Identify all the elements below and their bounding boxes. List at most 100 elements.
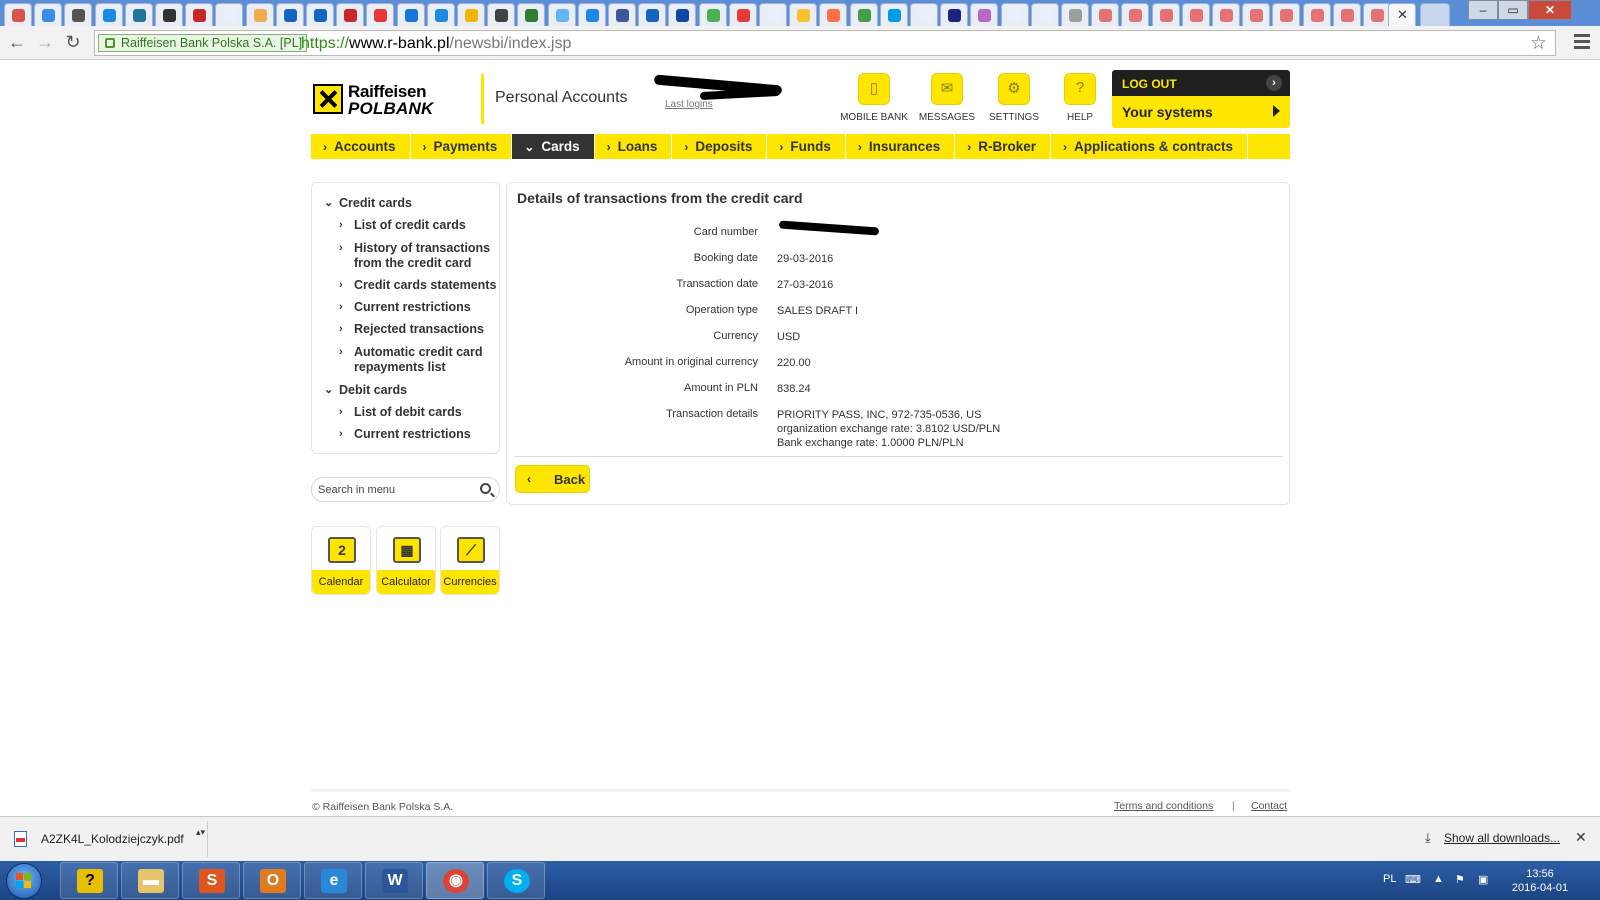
browser-tab[interactable] [124,3,153,26]
browser-tab[interactable] [1242,3,1271,26]
browser-tab[interactable] [759,3,787,26]
taskbar-ie[interactable]: e [304,862,362,899]
show-all-downloads-link[interactable]: Show all downloads... [1444,831,1560,845]
your-systems-button[interactable]: Your systems [1112,96,1290,128]
browser-tab[interactable] [728,3,757,26]
bookmark-star-icon[interactable]: ☆ [1530,32,1547,55]
new-tab-button[interactable] [1420,3,1450,26]
language-indicator[interactable]: PL [1383,873,1396,885]
browser-tab[interactable] [1212,3,1240,26]
ev-certificate-badge[interactable]: Raiffeisen Bank Polska S.A. [PL] [98,34,308,52]
action-center-flag-icon[interactable]: ⚑ [1455,873,1465,886]
browser-tab[interactable] [155,3,183,26]
back-arrow-icon[interactable]: ← [6,32,28,54]
browser-tab[interactable] [1121,3,1150,26]
chevron-down-icon[interactable]: ▴▾ [196,827,205,838]
taskbar-explorer[interactable]: ▬ [121,862,179,899]
minimize-button[interactable]: – [1468,0,1498,20]
messages-button[interactable]: ✉ MESSAGES [913,73,981,123]
contact-link[interactable]: Contact [1251,800,1287,812]
browser-tab[interactable] [336,3,365,26]
browser-tab[interactable] [64,3,93,26]
browser-tab[interactable] [910,3,938,26]
search-menu-input[interactable] [318,482,468,498]
start-button[interactable] [6,863,42,899]
download-item[interactable]: A2ZK4L_Kolodziejczyk.pdf ▴▾ [4,821,208,857]
window-close-button[interactable]: ✕ [1528,0,1572,20]
browser-tab[interactable] [1363,3,1391,26]
browser-tab[interactable] [547,3,576,26]
sidebar-item-current-restrictions[interactable]: › Current restrictions [339,300,499,315]
browser-tab[interactable] [185,3,214,26]
browser-tab[interactable] [940,3,969,26]
browser-tab[interactable] [668,3,697,26]
nav-r-broker[interactable]: › R-Broker [955,134,1051,159]
active-tab[interactable]: ✕ [1388,3,1416,26]
browser-tab[interactable] [970,3,999,26]
browser-tab[interactable] [34,3,63,26]
sidebar-item-list-credit-cards[interactable]: › List of credit cards [339,218,499,233]
sidebar-item-debit-restrictions[interactable]: › Current restrictions [339,427,499,442]
maximize-button[interactable]: ▭ [1498,0,1528,20]
browser-tab[interactable] [1000,3,1029,26]
browser-tab[interactable] [849,3,878,26]
terms-link[interactable]: Terms and conditions [1114,800,1213,812]
nav-cards[interactable]: ⌄ Cards [512,134,595,159]
taskbar-outlook[interactable]: O [243,862,301,899]
browser-tab[interactable] [1302,3,1331,26]
sidebar-group-debit-cards[interactable]: ⌄ Debit cards [324,383,407,398]
browser-tab[interactable] [1061,3,1089,26]
taskbar-chrome[interactable]: ◉ [426,862,484,899]
browser-tab[interactable] [4,3,32,26]
browser-tab[interactable] [1272,3,1301,26]
sidebar-item-list-debit-cards[interactable]: › List of debit cards [339,405,499,420]
browser-menu-icon[interactable] [1574,34,1590,50]
browser-tab[interactable] [94,3,123,26]
back-button[interactable]: ‹ Back [515,465,590,493]
browser-tab[interactable] [1091,3,1120,26]
tray-expand-icon[interactable]: ▲ [1433,873,1444,885]
sidebar-item-statements[interactable]: › Credit cards statements [339,278,499,293]
taskbar-skype[interactable]: S [487,862,545,899]
network-icon[interactable]: ▣ [1478,873,1488,886]
browser-tab[interactable] [1030,3,1059,26]
browser-tab[interactable] [789,3,818,26]
taskbar-word[interactable]: W [365,862,423,899]
taskbar-help-app[interactable]: ? [60,862,118,899]
browser-tab[interactable] [275,3,304,26]
search-icon[interactable] [480,483,491,494]
nav-deposits[interactable]: › Deposits [672,134,768,159]
nav-applications[interactable]: › Applications & contracts [1051,134,1249,159]
raiffeisen-logo[interactable]: Raiffeisen POLBANK [313,82,433,118]
browser-tab[interactable] [366,3,395,26]
nav-funds[interactable]: › Funds [767,134,846,159]
logout-button[interactable]: LOG OUT › [1112,70,1290,96]
browser-tab[interactable] [577,3,606,26]
url-text[interactable]: https://www.r-bank.pl/newsbi/index.jsp [301,34,571,54]
browser-tab[interactable] [457,3,485,26]
currencies-tool[interactable]: ⟋ Currencies [440,526,500,595]
browser-tab[interactable] [879,3,908,26]
sidebar-group-credit-cards[interactable]: ⌄ Credit cards [324,196,412,211]
calendar-tool[interactable]: 2 Calendar [311,526,371,595]
taskbar-snagit[interactable]: S [182,862,240,899]
browser-tab[interactable] [1151,3,1180,26]
browser-tab[interactable] [819,3,848,26]
browser-tab[interactable] [1181,3,1210,26]
sidebar-item-history-transactions[interactable]: › History of transactions from the credit… [339,241,499,271]
keyboard-icon[interactable]: ⌨ [1405,873,1421,886]
browser-tab[interactable] [487,3,516,26]
browser-tab[interactable] [306,3,334,26]
address-bar[interactable]: Raiffeisen Bank Polska S.A. [PL] https:/… [94,30,1556,56]
nav-insurances[interactable]: › Insurances [846,134,956,159]
settings-button[interactable]: ⚙ SETTINGS [980,73,1048,123]
browser-tab[interactable] [245,3,274,26]
browser-tab[interactable] [698,3,727,26]
sidebar-item-automatic-repayments[interactable]: › Automatic credit card repayments list [339,345,499,375]
forward-arrow-icon[interactable]: → [34,32,56,54]
tab-close-icon[interactable]: ✕ [1397,7,1408,23]
nav-loans[interactable]: › Loans [595,134,673,159]
sidebar-item-rejected[interactable]: › Rejected transactions [339,322,499,337]
browser-tab[interactable] [215,3,244,26]
browser-tab[interactable] [1332,3,1361,26]
